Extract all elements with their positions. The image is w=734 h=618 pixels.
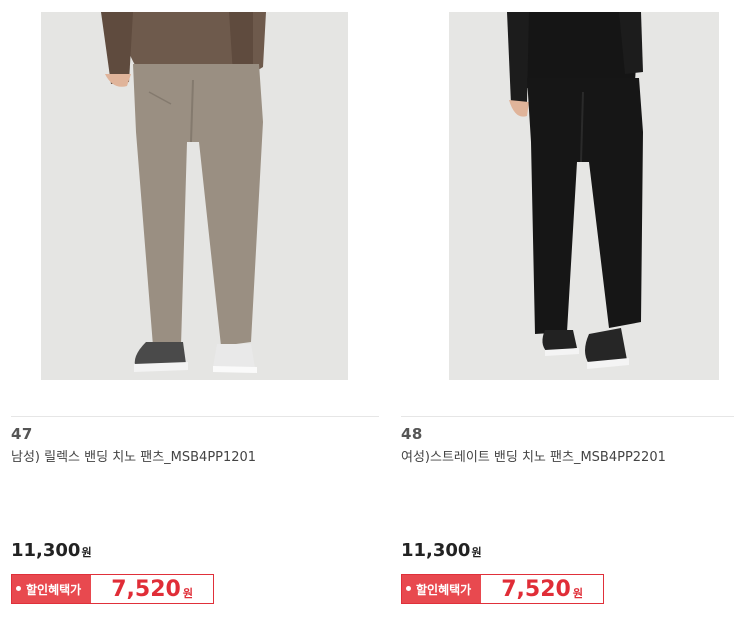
product-rank: 48 [401,425,423,443]
discount-label: 할인혜택가 [402,575,482,603]
discount-price-value: 7,520 [111,576,181,602]
product-card[interactable]: 48 여성)스트레이트 밴딩 치노 팬츠_MSB4PP2201 11,300원 … [401,0,734,618]
product-rank: 47 [11,425,33,443]
discount-price-box: 할인혜택가 7,520 원 [401,574,604,604]
discount-label: 할인혜택가 [12,575,92,603]
discount-currency-label: 원 [182,587,193,600]
product-image[interactable] [41,12,348,380]
product-name[interactable]: 여성)스트레이트 밴딩 치노 팬츠_MSB4PP2201 [401,446,666,465]
price-value: 11,300 [401,540,471,561]
product-price: 11,300원 [401,540,482,561]
product-price: 11,300원 [11,540,92,561]
discount-price: 7,520 원 [91,575,213,603]
price-value: 11,300 [11,540,81,561]
discount-price: 7,520 원 [481,575,603,603]
divider [401,416,734,417]
currency-label: 원 [471,546,482,559]
discount-currency-label: 원 [572,587,583,600]
discount-price-box: 할인혜택가 7,520 원 [11,574,214,604]
product-name[interactable]: 남성) 릴렉스 밴딩 치노 팬츠_MSB4PP1201 [11,446,256,465]
currency-label: 원 [81,546,92,559]
divider [11,416,379,417]
discount-price-value: 7,520 [501,576,571,602]
product-image[interactable] [449,12,719,380]
product-card[interactable]: 47 남성) 릴렉스 밴딩 치노 팬츠_MSB4PP1201 11,300원 할… [11,0,381,618]
